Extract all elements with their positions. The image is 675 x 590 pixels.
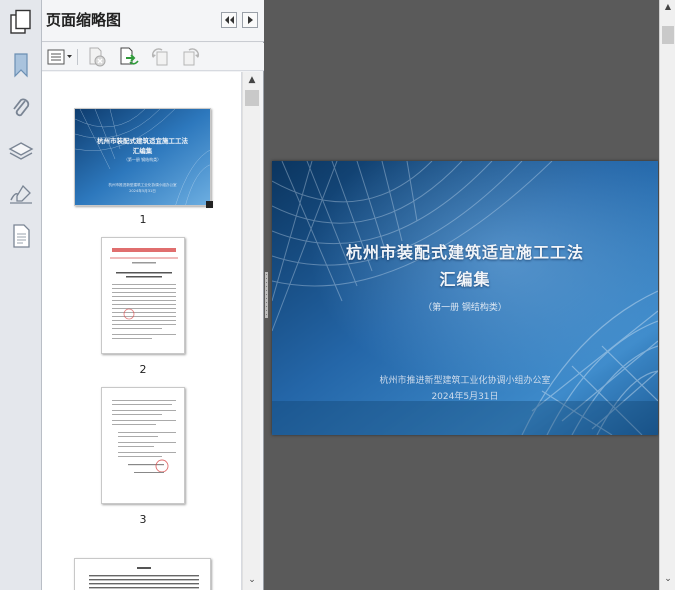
layers-icon[interactable] [5,135,37,167]
toolbar-divider [77,49,78,65]
panel-title: 页面缩略图 [46,11,122,29]
thumbnail-label-1: 1 [139,213,147,226]
slide-organization: 杭州市推进新型建筑工业化协调小组办公室 [379,376,551,386]
rotate-left-button[interactable] [149,47,171,67]
thumbnail-list: 杭州市装配式建筑适宜施工工法 汇编集 （第一册 钢结构类） 杭州市推进新型建筑工… [42,72,242,590]
expand-panel-button[interactable] [242,12,258,28]
bookmark-icon[interactable] [5,49,37,81]
scroll-down-icon[interactable]: ⌄ [243,572,261,588]
page-icon[interactable] [5,220,37,252]
attachment-icon[interactable] [5,92,37,124]
scroll-up-icon[interactable]: ▲ [243,72,261,88]
thumbnail-2-content [110,248,178,339]
options-menu-button[interactable] [46,47,74,67]
insert-page-icon [120,47,139,65]
signature-icon[interactable] [5,178,37,210]
delete-page-icon [89,47,106,67]
rotate-right-button[interactable] [180,47,202,67]
thumbnail-toolbar [42,43,264,71]
thumbnail-page-1[interactable]: 杭州市装配式建筑适宜施工工法 汇编集 （第一册 钢结构类） 杭州市推进新型建筑工… [74,108,211,206]
collapse-panel-button[interactable] [221,12,237,28]
thumbnail-3-content [112,400,176,473]
viewer-scroll-up-icon[interactable]: ▲ [660,2,675,16]
chevron-right-icon [248,16,253,24]
slide-date: 2024年5月31日 [431,392,499,402]
selected-thumbnail-marker [206,201,213,208]
panel-splitter[interactable] [264,270,269,320]
viewer-scroll-down-icon[interactable]: ⌄ [660,574,675,588]
thumbnail-scrollbar[interactable]: ▲ ⌄ [242,72,260,590]
double-chevron-left-icon [225,16,234,24]
current-page-slide: 杭州市装配式建筑适宜施工工法 汇编集 （第一册 钢结构类） 杭州市推进新型建筑工… [272,161,658,435]
scrollbar-thumb[interactable] [245,90,259,106]
thumbnail-4-content [89,567,199,589]
thumbnails-panel: 页面缩略图 杭州市装配式建筑适宜施工工法 汇编集 （第一册 钢结构类） 杭州市推… [42,0,264,590]
panel-header: 页面缩略图 [42,0,264,42]
viewer-scrollbar[interactable]: ▲ ⌄ [659,0,675,590]
thumbnail-label-2: 2 [139,363,147,376]
thumbnail-page-3[interactable] [101,387,185,504]
pdf-reader-window: 页面缩略图 杭州市装配式建筑适宜施工工法 汇编集 （第一册 钢结构类） 杭州市推… [0,0,675,590]
slide-subtitle: （第一册 钢结构类） [423,303,507,313]
delete-page-button[interactable] [86,47,108,67]
viewer-scrollbar-thumb[interactable] [662,26,674,44]
rotate-left-icon [151,48,168,66]
options-menu-icon [47,49,72,65]
thumbnail-page-2[interactable] [101,237,185,354]
slide-title-line-1: 杭州市装配式建筑适宜施工工法 [345,243,584,262]
slide-title-line-2: 汇编集 [439,270,491,289]
thumbnail-label-3: 3 [139,513,147,526]
thumbnail-page-4[interactable] [74,558,211,590]
rotate-right-icon [183,48,200,66]
splitter-grip-icon [265,272,268,318]
navigation-rail [0,0,42,590]
pages-copy-icon[interactable] [5,6,37,38]
insert-page-button[interactable] [118,47,140,67]
